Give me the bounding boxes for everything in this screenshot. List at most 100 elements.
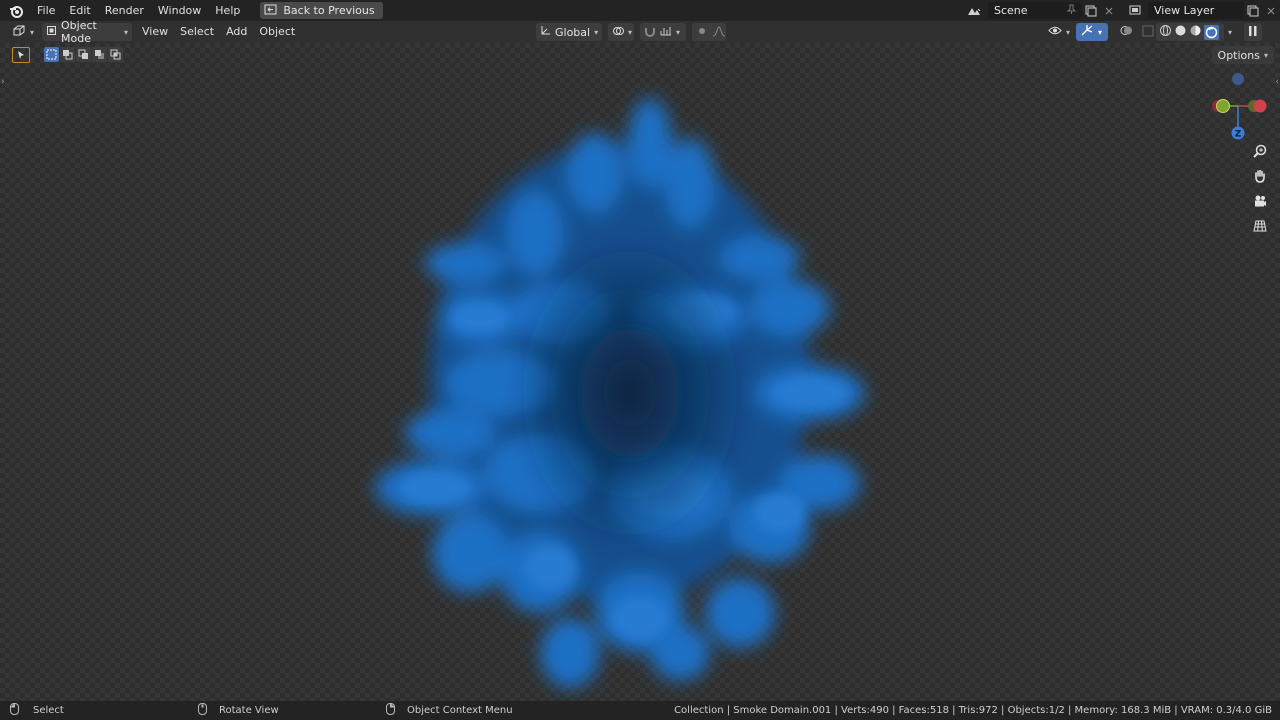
scene-selector-icon[interactable] <box>962 2 986 19</box>
snap-magnet-icon <box>644 25 656 40</box>
rendered-shading-icon[interactable] <box>1204 24 1219 40</box>
selection-mode-group <box>44 47 123 63</box>
pivot-icon <box>612 25 624 40</box>
shading-mode-group <box>1156 23 1224 41</box>
menu-help[interactable]: Help <box>208 0 247 21</box>
shading-options-chevron-icon[interactable]: ▾ <box>1228 28 1232 37</box>
gizmo-z-label: Z <box>1235 130 1242 140</box>
snap-increment-icon <box>660 25 672 40</box>
snap-dropdown[interactable]: ▾ <box>640 23 686 41</box>
wireframe-shading-icon[interactable] <box>1159 24 1172 40</box>
visibility-dropdown[interactable]: ▾ <box>1044 23 1074 41</box>
extend-selection-icon[interactable] <box>60 47 75 62</box>
viewport-header: ▾ Object Mode ▾ View Select Add Object G… <box>0 19 1280 45</box>
status-select-label: Select <box>33 705 64 716</box>
proportional-editing-dropdown[interactable] <box>692 23 726 41</box>
chevron-down-icon: ▾ <box>594 27 599 37</box>
hand-pan-icon[interactable] <box>1250 166 1270 186</box>
view-layer-name: View Layer <box>1154 4 1215 17</box>
scene-field[interactable]: Scene <box>988 2 1082 19</box>
chevron-down-icon: ▾ <box>1098 27 1103 37</box>
chevron-down-icon: ▾ <box>628 27 633 37</box>
xray-toggle[interactable] <box>1138 23 1154 41</box>
set-new-selection-icon[interactable] <box>44 47 59 62</box>
overlays-icon <box>1120 24 1133 40</box>
gizmo-y-icon[interactable] <box>1216 99 1230 113</box>
sidebar-toggle[interactable] <box>1244 23 1263 41</box>
pivot-point-dropdown[interactable]: ▾ <box>608 23 634 41</box>
options-dropdown[interactable]: Options ▾ <box>1211 46 1274 64</box>
gizmo-toggle[interactable]: ▾ <box>1076 23 1108 41</box>
scene-statistics: Collection | Smoke Domain.001 | Verts:49… <box>674 705 1272 716</box>
menu-window[interactable]: Window <box>151 0 208 21</box>
transform-orientation-dropdown[interactable]: Global ▾ <box>536 23 602 41</box>
status-rotate-label: Rotate View <box>219 705 279 716</box>
mouse-right-icon <box>386 703 395 718</box>
tool-settings-row <box>12 47 123 63</box>
new-scene-icon[interactable] <box>1082 2 1100 19</box>
status-context: Object Context Menu <box>386 703 513 718</box>
subtract-selection-icon[interactable] <box>76 47 91 62</box>
zoom-icon[interactable] <box>1250 141 1270 161</box>
menu-file[interactable]: File <box>30 0 62 21</box>
chevron-down-icon: ▾ <box>1263 50 1268 60</box>
proportional-editing-icon <box>696 25 708 40</box>
object-mode-icon <box>46 25 57 39</box>
3d-viewport-icon <box>12 25 26 40</box>
menu-edit[interactable]: Edit <box>62 0 97 21</box>
status-context-label: Object Context Menu <box>407 705 513 716</box>
perspective-grid-icon[interactable] <box>1250 216 1270 236</box>
view-layer-field[interactable]: View Layer <box>1148 2 1244 19</box>
scene-name: Scene <box>994 4 1028 17</box>
gizmo-x-icon[interactable] <box>1253 99 1267 113</box>
menu-render[interactable]: Render <box>98 0 151 21</box>
gizmo-icon <box>1080 24 1094 40</box>
chevron-down-icon: ▾ <box>124 27 129 37</box>
material-preview-icon[interactable] <box>1189 24 1202 40</box>
header-menu-object[interactable]: Object <box>253 21 301 43</box>
view-layer-selector-icon[interactable] <box>1124 2 1148 19</box>
transform-tools: Global ▾ ▾ ▾ <box>536 23 726 41</box>
3d-viewport[interactable]: › ‹ Options ▾ Z <box>0 43 1280 701</box>
mouse-middle-icon <box>198 703 207 718</box>
back-to-previous-button[interactable]: Back to Previous <box>260 2 383 19</box>
header-menu-view[interactable]: View <box>136 21 174 43</box>
sidebar-expand-icon[interactable]: ‹ <box>1275 77 1279 87</box>
mode-dropdown[interactable]: Object Mode ▾ <box>42 19 133 45</box>
pause-icon <box>1249 25 1257 39</box>
delete-view-layer-icon[interactable] <box>1262 2 1280 19</box>
delete-scene-icon[interactable] <box>1100 2 1118 19</box>
intersect-selection-icon[interactable] <box>108 47 123 62</box>
overlays-toggle[interactable] <box>1116 23 1136 41</box>
blender-logo-icon[interactable] <box>8 3 24 19</box>
top-bar: File Edit Render Window Help Back to Pre… <box>0 0 1280 21</box>
viewport-display-tools: ▾ ▾ ▾ <box>1044 23 1263 41</box>
difference-selection-icon[interactable] <box>92 47 107 62</box>
smoke-domain-render <box>375 98 865 688</box>
back-to-previous-label: Back to Previous <box>283 4 375 17</box>
header-menu-add[interactable]: Add <box>220 21 253 43</box>
status-rotate: Rotate View <box>198 703 279 718</box>
chevron-down-icon: ▾ <box>1066 27 1071 37</box>
eye-icon <box>1048 25 1062 39</box>
chevron-down-icon: ▾ <box>30 27 35 37</box>
chevron-down-icon: ▾ <box>676 27 681 37</box>
status-bar: Select Rotate View Object Context Menu C… <box>0 701 1280 720</box>
camera-icon[interactable] <box>1250 191 1270 211</box>
status-select: Select <box>10 703 64 718</box>
pin-icon[interactable] <box>1066 4 1077 17</box>
gizmo-neg-z-icon[interactable] <box>1232 73 1244 85</box>
options-label: Options <box>1217 48 1260 62</box>
mouse-left-icon <box>10 703 19 718</box>
solid-shading-icon[interactable] <box>1174 24 1187 40</box>
mode-label: Object Mode <box>61 19 97 45</box>
falloff-curve-icon <box>712 25 726 40</box>
navigation-gizmo[interactable]: Z <box>1204 69 1274 141</box>
toolbar-expand-icon[interactable]: › <box>1 77 5 87</box>
select-tool-icon[interactable] <box>12 47 30 63</box>
back-icon <box>264 4 277 18</box>
new-view-layer-icon[interactable] <box>1244 2 1262 19</box>
header-menu-select[interactable]: Select <box>174 21 220 43</box>
xray-icon <box>1142 25 1154 40</box>
editor-type-dropdown[interactable]: ▾ <box>8 23 38 41</box>
